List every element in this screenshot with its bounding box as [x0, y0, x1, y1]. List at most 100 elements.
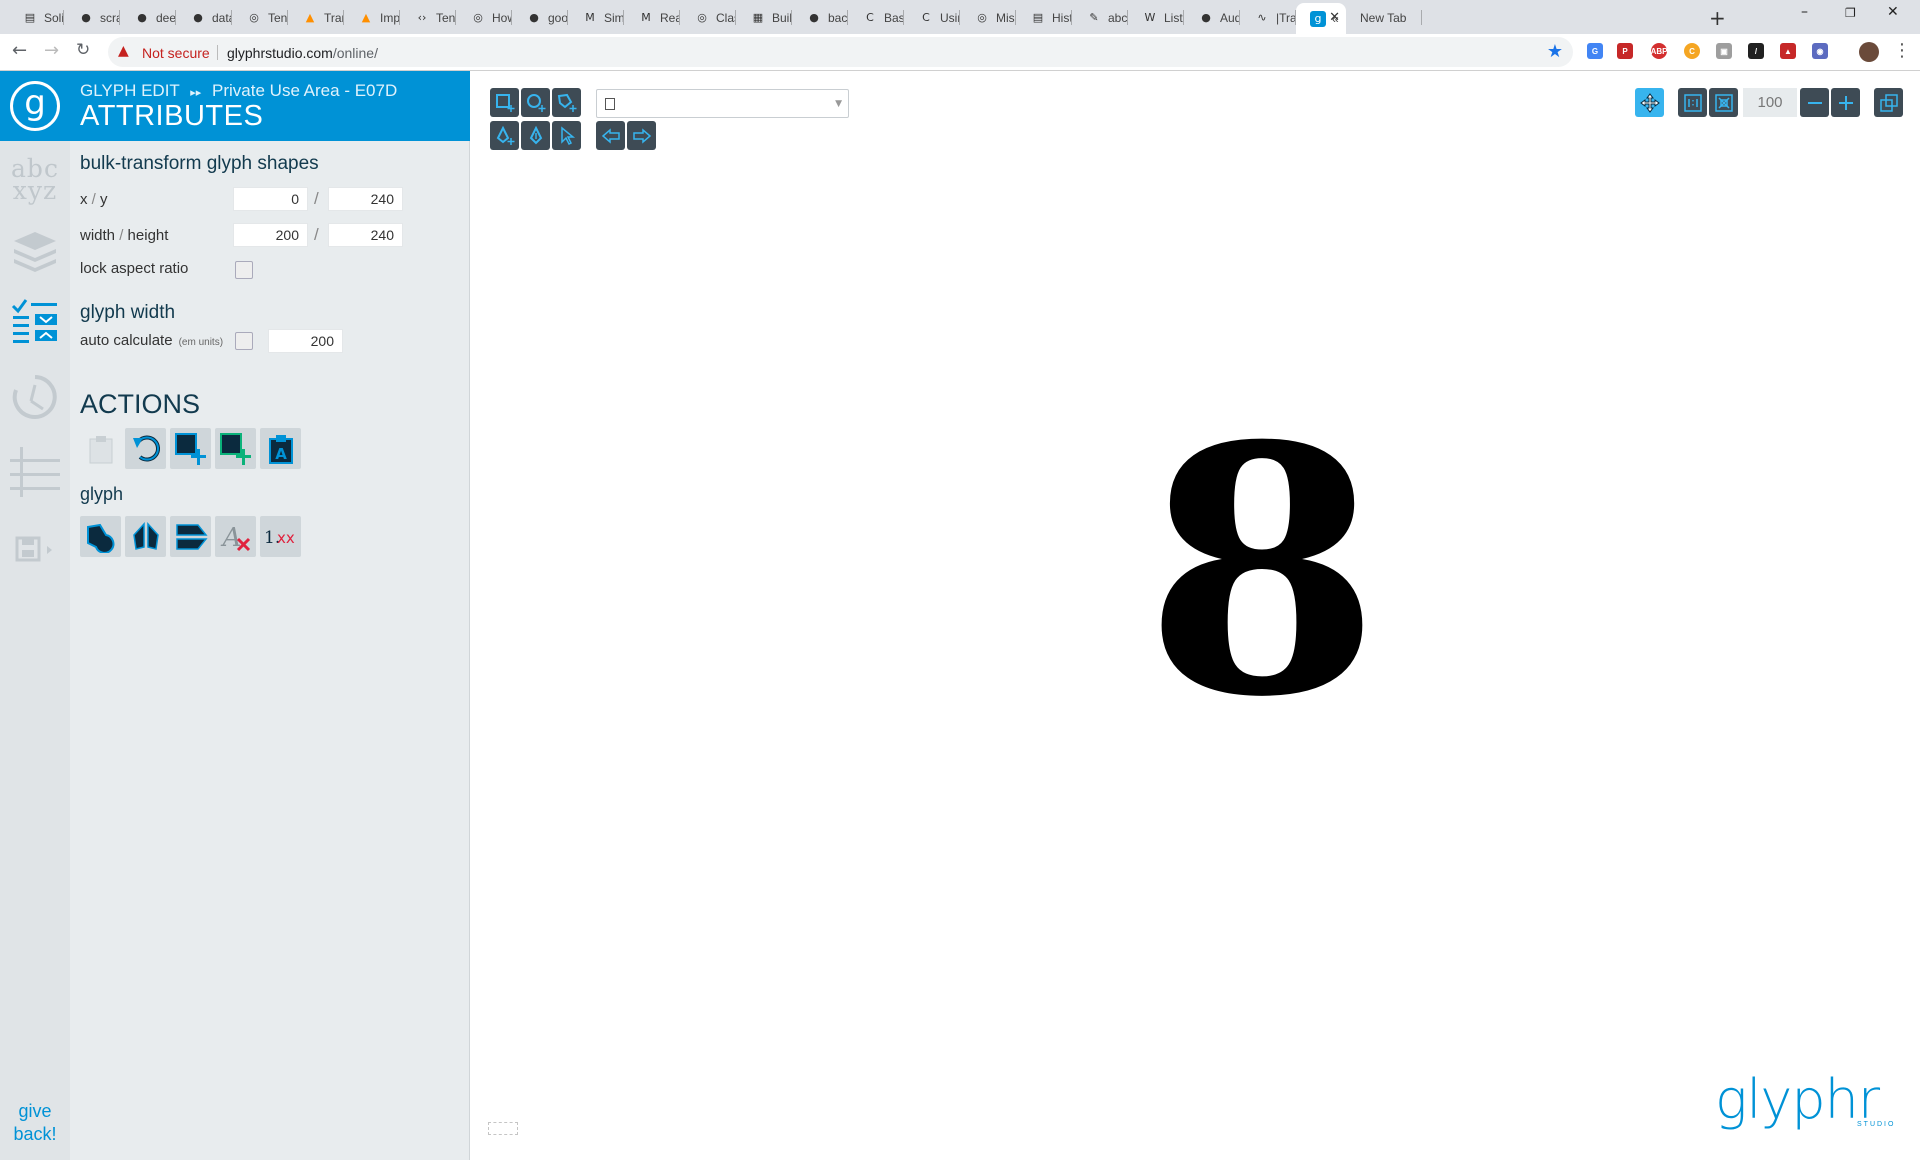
browser-tab[interactable]: ▦ Build [736, 6, 792, 29]
clear-glyph-button[interactable]: A [215, 516, 256, 557]
nav-history[interactable] [0, 362, 70, 432]
nav-characters[interactable]: abc xyz [0, 145, 70, 215]
round-values-button[interactable]: 1. xx [260, 516, 301, 557]
undo-button[interactable] [125, 428, 166, 469]
browser-tab[interactable]: g «✕ [1296, 3, 1346, 34]
nav-guides[interactable] [0, 437, 70, 507]
browser-menu-icon[interactable]: ⋮ [1893, 40, 1911, 61]
breadcrumb-mode[interactable]: GLYPH EDIT [80, 81, 180, 100]
give-back-link[interactable]: give back! [0, 1100, 70, 1146]
browser-tab[interactable]: ✎ abcs [1072, 6, 1128, 29]
browser-tab[interactable]: ● bacti [792, 6, 848, 29]
reload-icon[interactable]: ↻ [76, 40, 90, 60]
minimize-icon[interactable]: – [1801, 4, 1808, 20]
glyphr-g-icon: g [10, 81, 60, 131]
browser-tab[interactable]: ▲ Trans [288, 6, 344, 29]
blue-extension-icon[interactable]: ◉ [1812, 43, 1828, 59]
previous-glyph-button[interactable] [596, 121, 625, 150]
lock-aspect-checkbox[interactable] [235, 261, 253, 279]
browser-tab[interactable]: ● Audi [1184, 6, 1240, 29]
zoom-one-to-one-button[interactable] [1678, 88, 1707, 117]
nav-save[interactable] [0, 515, 70, 585]
flip-horizontal-button[interactable] [125, 516, 166, 557]
glyphr-logo-button[interactable]: g [0, 71, 70, 141]
browser-tab[interactable]: ▲ Impo [344, 6, 400, 29]
browser-tab[interactable]: ◎ Misc [960, 6, 1016, 29]
security-label[interactable]: Not secure [142, 45, 210, 61]
nav-attributes[interactable] [0, 286, 70, 356]
screen-extension-icon[interactable]: ▣ [1716, 43, 1732, 59]
panel-header: GLYPH EDIT ▸▸ Private Use Area - E07D AT… [70, 71, 470, 141]
breadcrumb-glyph[interactable]: Private Use Area - E07D [212, 81, 397, 100]
browser-tab[interactable]: ▤ Solid [8, 6, 64, 29]
y-input[interactable]: 240 [328, 187, 403, 211]
close-tab-icon[interactable]: ✕ [1329, 10, 1340, 25]
browser-tab[interactable]: ● deep [120, 6, 176, 29]
pen-tool[interactable] [521, 121, 550, 150]
browser-tab[interactable]: ▤ Histo [1016, 6, 1072, 29]
zoom-in-button[interactable] [1831, 88, 1860, 117]
browser-tab-label: goog [548, 10, 568, 25]
paste-button[interactable] [80, 428, 121, 469]
browser-tab[interactable]: M Realt [624, 6, 680, 29]
paste-from-glyph-button[interactable]: A [260, 428, 301, 469]
pdf-extension-icon[interactable]: P [1617, 43, 1633, 59]
pen-plus-tool[interactable] [490, 121, 519, 150]
browser-tab[interactable]: W List o [1128, 6, 1184, 29]
shape-select[interactable]: ▼ [596, 89, 849, 118]
pan-tool[interactable] [1635, 88, 1664, 117]
url-text[interactable]: glyphrstudio.com/online/ [227, 45, 378, 61]
combine-shapes-button[interactable] [80, 516, 121, 557]
fit-screen-icon [1714, 93, 1733, 112]
browser-tab-label: data- [212, 10, 232, 25]
new-oval-tool[interactable] [521, 88, 550, 117]
pen-plus-icon [496, 125, 514, 145]
nav-layers[interactable] [0, 215, 70, 285]
back-icon[interactable]: ← [12, 40, 27, 61]
browser-tab[interactable]: ◎ How [456, 6, 512, 29]
auto-calculate-checkbox[interactable] [235, 332, 253, 350]
browser-tab[interactable]: New Tab [1350, 6, 1422, 29]
add-shape-button[interactable] [170, 428, 211, 469]
bookmark-star-icon[interactable]: ★ [1547, 41, 1563, 62]
close-window-icon[interactable]: ✕ [1887, 4, 1899, 20]
height-input[interactable]: 240 [328, 223, 403, 247]
browser-tab[interactable]: ● goog [512, 6, 568, 29]
browser-tab[interactable]: ∿ |Trac [1240, 6, 1296, 29]
new-tab-plus-icon[interactable]: + [1709, 6, 1726, 30]
new-rectangle-tool[interactable] [490, 88, 519, 117]
browser-tab[interactable]: ● data- [176, 6, 232, 29]
xy-separator: / [314, 189, 319, 208]
add-component-button[interactable] [215, 428, 256, 469]
zoom-out-button[interactable] [1800, 88, 1829, 117]
translate-extension-icon[interactable]: G [1587, 43, 1603, 59]
glyph-width-input[interactable]: 200 [268, 329, 343, 353]
x-input[interactable]: 0 [233, 187, 308, 211]
forward-icon[interactable]: → [44, 40, 59, 61]
edit-canvas[interactable]: ▼ 100 8 glyphr STUDIO [471, 71, 1920, 1160]
adblock-extension-icon[interactable]: ABP [1651, 43, 1667, 59]
new-path-tool[interactable] [552, 88, 581, 117]
profile-avatar[interactable] [1859, 42, 1879, 62]
zoom-fit-button[interactable] [1709, 88, 1738, 117]
keyboard-shortcuts-icon[interactable] [488, 1122, 518, 1135]
pointer-tool[interactable] [552, 121, 581, 150]
dark-extension-icon[interactable]: / [1748, 43, 1764, 59]
restore-icon[interactable]: ❐ [1845, 6, 1856, 20]
popout-button[interactable] [1874, 88, 1903, 117]
browser-tab[interactable]: M Simp [568, 6, 624, 29]
next-glyph-button[interactable] [627, 121, 656, 150]
flip-vertical-button[interactable] [170, 516, 211, 557]
browser-tab[interactable]: ‹› Tenso [400, 6, 456, 29]
browser-tab[interactable]: ● scrap [64, 6, 120, 29]
cart-extension-icon[interactable]: ▲ [1780, 43, 1796, 59]
coupon-extension-icon[interactable]: C [1684, 43, 1700, 59]
address-bar[interactable]: ▲ Not secure glyphrstudio.com/online/ ★ [108, 37, 1573, 67]
nav-rail: g abc xyz give back! [0, 71, 70, 1160]
browser-tab[interactable]: ◎ Tenso [232, 6, 288, 29]
browser-tab[interactable]: C Basic [848, 6, 904, 29]
width-input[interactable]: 200 [233, 223, 308, 247]
browser-tab[interactable]: ◎ Class [680, 6, 736, 29]
browser-tab[interactable]: C Using [904, 6, 960, 29]
zoom-level-input[interactable]: 100 [1743, 88, 1797, 117]
